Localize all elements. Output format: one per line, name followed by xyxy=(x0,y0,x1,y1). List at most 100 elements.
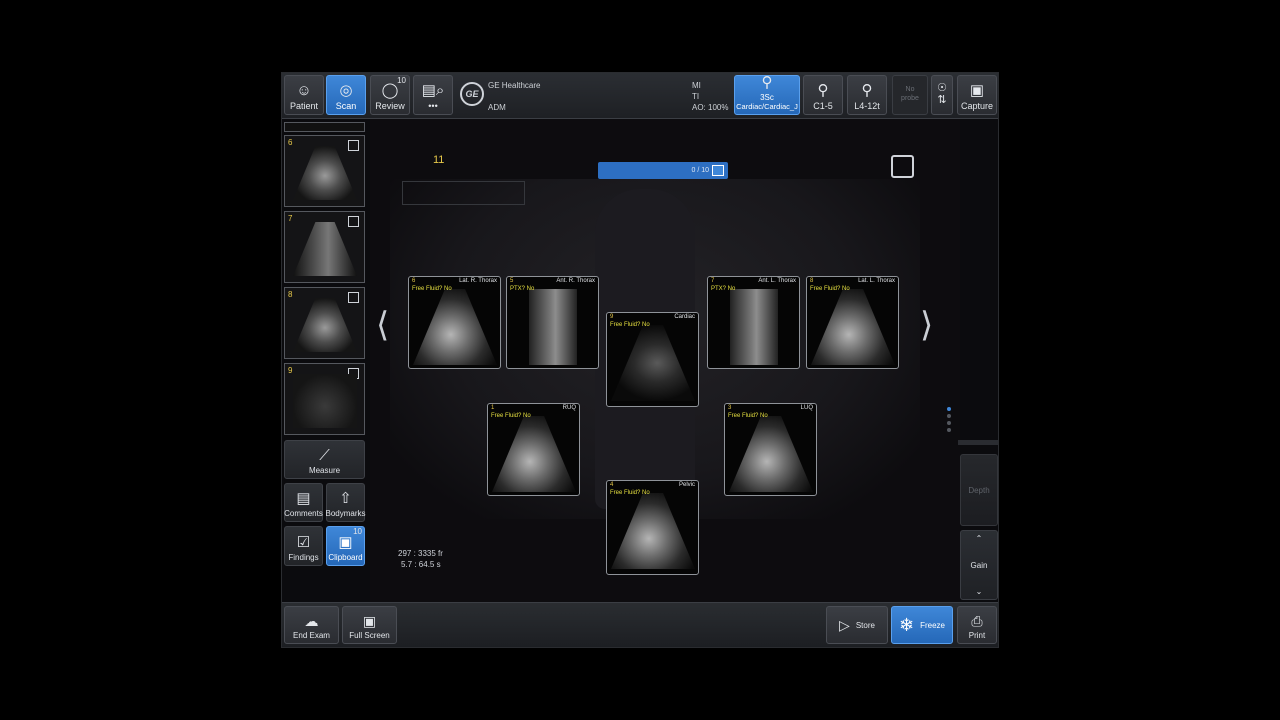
probe-icon: ⚲ xyxy=(861,82,873,99)
bodymarks-label: Bodymarks xyxy=(325,509,366,518)
thumbnail-number: 7 xyxy=(288,214,293,223)
frame-readout-line1: 297 : 3335 fr xyxy=(398,549,443,558)
scan-card-cardiac[interactable]: 9 Cardiac Free Fluid? No xyxy=(606,312,699,407)
probe-icon: ⚲ xyxy=(761,74,773,91)
measure-button[interactable]: ⟋ Measure xyxy=(284,440,365,479)
end-exam-button[interactable]: ☁ End Exam xyxy=(284,606,339,644)
scan-card-lat-r-thorax[interactable]: 6 Lat. R. Thorax Free Fluid? No xyxy=(408,276,501,369)
chevron-up-icon[interactable]: ⌃ xyxy=(976,534,983,543)
thumbnail[interactable]: 9 xyxy=(284,363,365,435)
select-all-checkbox[interactable] xyxy=(891,155,914,178)
card-finding: PTX? No xyxy=(510,286,535,292)
page-dot xyxy=(947,407,951,411)
page-dot xyxy=(947,414,951,418)
ultrasound-image xyxy=(611,325,695,401)
usb-icon: ☉ xyxy=(937,81,947,94)
card-finding: Free Fluid? No xyxy=(412,286,452,292)
comment-icon: ▤ xyxy=(296,490,311,507)
no-probe-slot: No probe xyxy=(892,75,928,115)
thumbnail-checkbox[interactable] xyxy=(348,292,359,303)
scan-card-luq[interactable]: 3 LUQ Free Fluid? No xyxy=(724,403,817,496)
ultrasound-image xyxy=(529,289,577,365)
thumbnail-number: 9 xyxy=(288,366,293,375)
scan-card-pelvic[interactable]: 4 Pelvic Free Fluid? No xyxy=(606,480,699,575)
review-button[interactable]: 10 ◯ Review xyxy=(370,75,410,115)
probe-l4-12t-name: L4-12t xyxy=(854,101,880,111)
thumbnail-checkbox[interactable] xyxy=(348,140,359,151)
ultrasound-image xyxy=(413,289,497,365)
card-number: 6 xyxy=(412,278,416,284)
selection-box[interactable] xyxy=(402,181,525,205)
card-label: Lat. R. Thorax xyxy=(459,278,497,284)
probe-icon: ◎ xyxy=(339,82,353,99)
card-finding: Free Fluid? No xyxy=(810,286,850,292)
thumbnail[interactable]: 8 xyxy=(284,287,365,359)
prev-arrow-icon[interactable]: ⟨ xyxy=(376,305,389,345)
thumbnail-strip-top[interactable] xyxy=(284,122,365,132)
card-number: 8 xyxy=(810,278,814,284)
transfer-icon: ⇅ xyxy=(937,93,947,106)
thumbnail[interactable]: 7 xyxy=(284,211,365,283)
scan-card-ant-l-thorax[interactable]: 7 Ant. L. Thorax PTX? No xyxy=(707,276,800,369)
card-label: Ant. L. Thorax xyxy=(758,278,796,284)
scan-card-ruq[interactable]: 1 RUQ Free Fluid? No xyxy=(487,403,580,496)
probe-c1-5-button[interactable]: ⚲ C1-5 xyxy=(803,75,843,115)
more-button[interactable]: ▤⌕ ••• xyxy=(413,75,453,115)
card-label: Cardiac xyxy=(674,314,695,320)
gain-label: Gain xyxy=(970,560,988,570)
store-button[interactable]: ▷ Store xyxy=(826,606,888,644)
depth-label: Depth xyxy=(968,485,990,495)
thumbnail[interactable]: 6 xyxy=(284,135,365,207)
gain-control[interactable]: ⌃ Gain ⌄ xyxy=(960,530,998,600)
capture-button[interactable]: ▣ Capture xyxy=(957,75,997,115)
freeze-label: Freeze xyxy=(920,620,945,630)
patient-label: Patient xyxy=(289,101,319,111)
progress-text: 0 / 10 xyxy=(691,167,709,174)
usb-button[interactable]: ☉ ⇅ xyxy=(931,75,953,115)
depth-control[interactable]: Depth xyxy=(960,454,998,526)
card-label: LUQ xyxy=(800,405,813,411)
ultrasound-image xyxy=(730,289,778,365)
clipboard-check-icon: ☑ xyxy=(296,534,311,551)
thumbnail-number: 6 xyxy=(288,138,293,147)
print-button[interactable]: ⎙ Print xyxy=(957,606,997,644)
ultrasound-screen: ☺ Patient ◎ Scan 10 ◯ Review ▤⌕ ••• GE G… xyxy=(281,72,999,648)
freeze-button[interactable]: ❄ Freeze xyxy=(891,606,953,644)
page-indicator xyxy=(947,407,951,435)
card-number: 7 xyxy=(711,278,715,284)
ultrasound-image xyxy=(611,493,695,569)
next-arrow-icon[interactable]: ⟩ xyxy=(920,305,933,345)
thumbnail-checkbox[interactable] xyxy=(348,216,359,227)
findings-label: Findings xyxy=(288,553,319,562)
chevron-down-icon[interactable]: ⌄ xyxy=(976,587,983,596)
card-finding: Free Fluid? No xyxy=(610,490,650,496)
bottom-toolbar: ☁ End Exam ▣ Full Screen ▷ Store ❄ Freez… xyxy=(282,602,998,647)
card-number: 3 xyxy=(728,405,732,411)
person-icon: ☺ xyxy=(296,82,312,99)
scan-card-ant-r-thorax[interactable]: 5 Ant. R. Thorax PTX? No xyxy=(506,276,599,369)
more-label: ••• xyxy=(428,101,438,111)
probe-3sc-button[interactable]: ⚲ 3Sc Cardiac/Cardiac_J xyxy=(734,75,800,115)
probe-3sc-name: 3Sc xyxy=(760,93,774,102)
scan-button[interactable]: ◎ Scan xyxy=(326,75,366,115)
scan-card-lat-l-thorax[interactable]: 8 Lat. L. Thorax Free Fluid? No xyxy=(806,276,899,369)
ruler-icon: ⟋ xyxy=(319,447,330,464)
thumbnail-image xyxy=(293,374,357,428)
image-counter: 11 xyxy=(433,154,445,166)
probe-l4-12t-button[interactable]: ⚲ L4-12t xyxy=(847,75,887,115)
video-camera-icon: ▷ xyxy=(839,617,850,633)
card-finding: PTX? No xyxy=(711,286,736,292)
page-dot xyxy=(947,421,951,425)
comments-button[interactable]: ▤ Comments xyxy=(284,483,323,522)
probe-c1-5-name: C1-5 xyxy=(813,101,833,111)
printer-icon: ⎙ xyxy=(971,613,983,629)
patient-button[interactable]: ☺ Patient xyxy=(284,75,324,115)
findings-button[interactable]: ☑ Findings xyxy=(284,526,323,566)
full-screen-button[interactable]: ▣ Full Screen xyxy=(342,606,397,644)
ultrasound-image xyxy=(811,289,895,365)
bodymarks-button[interactable]: ⇧ Bodymarks xyxy=(325,483,366,522)
clipboard-label: Clipboard xyxy=(328,553,363,562)
camera-icon: ▣ xyxy=(969,82,985,99)
clipboard-button[interactable]: 10 ▣ Clipboard xyxy=(326,526,365,566)
bodymark-icon: ⇧ xyxy=(339,490,352,507)
